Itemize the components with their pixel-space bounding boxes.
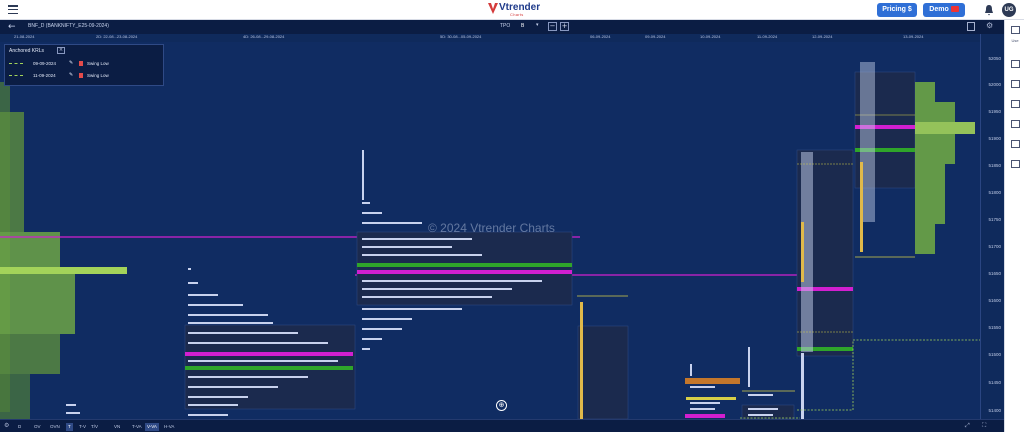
date-label: 06-09-2024 [590,34,611,39]
profile-4d [184,268,356,416]
toggle-vn[interactable]: VN [112,423,122,431]
crosshair-toggle-icon[interactable]: ⊕ [496,400,507,411]
date-label: 2D: 22-08...23-08-2024 [96,34,138,39]
logo-subtext: Charts [510,12,524,17]
edit-icon[interactable]: ✎ [69,72,73,78]
price-tick: 51550 [988,325,1001,330]
chevron-down-icon[interactable]: ▾ [536,22,539,28]
bell-icon[interactable] [984,4,994,16]
window-icon[interactable] [1011,60,1020,68]
price-axis[interactable]: 52050 52000 51950 51900 51850 51800 5175… [980,34,1004,419]
tpo-size-select[interactable]: B [521,23,524,29]
chart-watermark: © 2024 Vtrender Charts [428,221,555,235]
expand-icon[interactable]: ⤢ [965,422,970,430]
price-tick: 51750 [988,217,1001,222]
user-avatar[interactable]: UG [1002,3,1016,17]
toggle-ovn[interactable]: OVN [48,423,62,431]
krl-line-swatch [9,75,23,76]
price-tick: 52050 [988,56,1001,61]
price-tick: 51800 [988,190,1001,195]
toggle-t-v[interactable]: T-V [77,423,88,431]
composite-volume-profile [0,82,127,419]
price-tick: 51400 [988,408,1001,413]
chart-toolbar: ← BNF_D (BANKNIFTY_E25-09-2024) TPO B ▾ … [0,20,1004,34]
tpo-chart-area[interactable]: © 2024 Vtrender Charts [0,42,980,419]
toggle-tv[interactable]: T/V [89,423,100,431]
save-icon[interactable] [967,22,975,31]
anchored-krls-panel: Anchored KRLs × 09-09-2024 ✎ Swing Low 1… [4,44,164,86]
fullscreen-icon[interactable]: ⛶ [982,422,986,430]
zoom-in-button[interactable]: + [560,22,569,31]
anchored-krls-title: Anchored KRLs [9,48,45,54]
krl-type: Swing Low [87,61,109,66]
pricing-label: Pricing [882,6,906,13]
toggle-t[interactable]: T [66,423,73,431]
right-tool-rail: Use [1004,20,1024,432]
price-tick: 51700 [988,244,1001,249]
close-panel-icon[interactable]: × [57,47,65,54]
list-icon[interactable] [1011,160,1020,168]
dollar-icon: $ [907,6,912,13]
price-tick: 51650 [988,271,1001,276]
layout-icon[interactable] [1011,80,1020,88]
toggle-t-va[interactable]: T-VA [130,423,144,431]
price-tick: 51950 [988,109,1001,114]
toggle-ov[interactable]: OV [32,423,43,431]
top-bar: Vtrender Charts Pricing $ Demo UG [0,0,1024,20]
edit-icon[interactable]: ✎ [69,60,73,66]
demo-button[interactable]: Demo [923,3,965,17]
date-label: 13-09-2024 [903,34,924,39]
grid-icon[interactable] [1011,120,1020,128]
toggle-h-va[interactable]: H-VA [162,423,176,431]
price-tick: 51500 [988,352,1001,357]
hamburger-menu-icon[interactable] [8,5,18,15]
date-label: 09-09-2024 [645,34,666,39]
date-label: 10-09-2024 [700,34,721,39]
krl-type: Swing Low [87,73,109,78]
price-tick: 52000 [988,82,1001,87]
date-axis: 21-08-2024 2D: 22-08...23-08-2024 4D: 26… [0,34,980,42]
price-tick: 51450 [988,380,1001,385]
krl-date: 11-09-2024 [33,73,56,78]
back-arrow-icon[interactable]: ← [8,22,16,32]
profile-13-09 [854,62,975,258]
date-label: 4D: 26-08...29-08-2024 [243,34,285,39]
date-label: 11-09-2024 [757,34,778,39]
date-label: 5D: 30-08...05-09-2024 [440,34,482,39]
profile-11-09 [741,347,795,419]
toggle-d[interactable]: D [16,423,23,431]
price-tick: 51600 [988,298,1001,303]
vtrender-logo[interactable]: Vtrender Charts [488,2,544,18]
delete-icon[interactable] [79,73,83,78]
tpo-label: TPO [500,23,511,29]
bottom-toolbar: ⚙ D OV OVN T T-V T/V VN T-VA V-VA H-VA ⤢… [0,419,1004,432]
price-tick: 51900 [988,136,1001,141]
date-label: 12-09-2024 [812,34,833,39]
krl-line-swatch [9,63,23,64]
chart-icon[interactable] [1011,100,1020,108]
profile-5d [356,150,573,350]
krl-row[interactable]: 11-09-2024 ✎ Swing Low [9,71,159,81]
toggle-v-va[interactable]: V-VA [145,423,159,431]
panel-icon[interactable] [1011,26,1020,34]
settings-icon[interactable]: ⚙ [986,21,993,30]
demo-label: Demo [929,6,949,13]
youtube-icon [950,6,959,12]
price-tick: 51850 [988,163,1001,168]
table-icon[interactable] [1011,140,1020,148]
delete-icon[interactable] [79,61,83,66]
profile-10-09 [685,364,740,418]
settings-icon[interactable]: ⚙ [4,422,9,429]
logo-mark-icon [488,3,498,14]
pricing-button[interactable]: Pricing $ [877,3,917,17]
symbol-label: BNF_D (BANKNIFTY_E25-09-2024) [28,23,109,29]
zoom-out-button[interactable]: − [548,22,557,31]
rail-label: Use [1011,38,1019,43]
krl-date: 09-09-2024 [33,61,57,66]
profile-12-09 [796,149,854,419]
profile-06-09 [577,295,629,419]
date-label: 21-08-2024 [14,34,35,39]
krl-row[interactable]: 09-09-2024 ✎ Swing Low [9,59,159,69]
